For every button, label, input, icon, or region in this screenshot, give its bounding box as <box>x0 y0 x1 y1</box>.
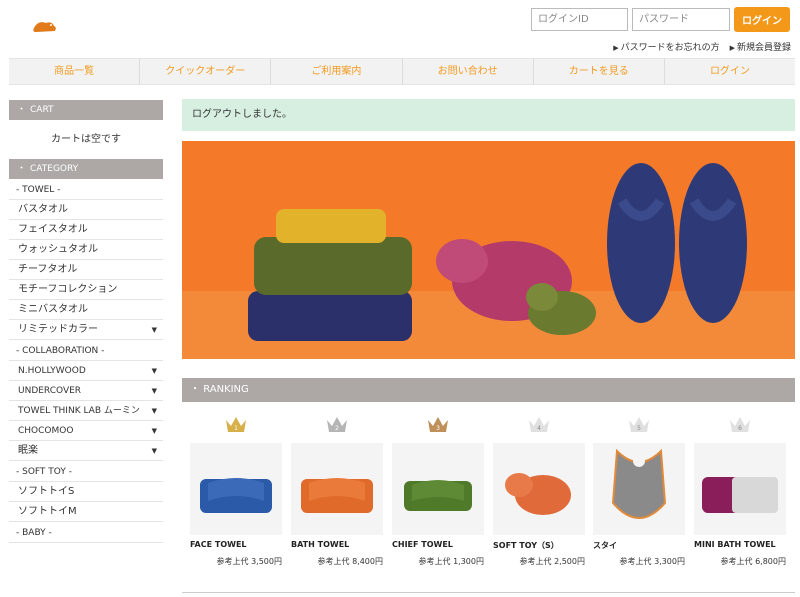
category-item-soft-toy-m[interactable]: ソフトトイM <box>9 502 163 522</box>
product-price: 参考上代 1,300円 <box>418 557 484 566</box>
category-item-label: TOWEL THINK LAB ムーミン <box>18 406 140 416</box>
rank-number: 1 <box>234 425 238 432</box>
nav-product-list[interactable]: 商品一覧 <box>9 59 139 84</box>
product-price: 参考上代 3,500円 <box>216 557 282 566</box>
category-item-label: UNDERCOVER <box>18 386 82 396</box>
product-image-face-towel[interactable] <box>190 443 282 535</box>
product-name[interactable]: スタイ <box>593 540 617 551</box>
category-item-minraku[interactable]: 眠楽 ▼ <box>9 441 163 461</box>
nav-view-cart[interactable]: カートを見る <box>532 59 664 84</box>
cart-title-label: CART <box>30 105 54 115</box>
header-links: ▶ パスワードをお忘れの方 ▶ 新規会員登録 <box>613 40 791 53</box>
nav-quick-order[interactable]: クイックオーダー <box>139 59 270 84</box>
hero-banner-image[interactable] <box>182 141 795 359</box>
category-item-label: リミテッドカラー <box>18 324 98 335</box>
category-item-limited-color[interactable]: リミテッドカラー ▼ <box>9 320 163 340</box>
caret-down-icon[interactable]: ▼ <box>152 444 157 458</box>
rank-number: 3 <box>436 425 440 432</box>
product-image-soft-toy-s[interactable] <box>493 443 585 535</box>
divider <box>182 592 795 593</box>
password-input[interactable] <box>632 8 730 31</box>
forgot-password-link[interactable]: ▶ パスワードをお忘れの方 <box>613 40 719 53</box>
chevron-right-icon: ▶ <box>729 44 735 52</box>
category-group-towel: - TOWEL - <box>9 181 163 200</box>
category-item-label: CHOCOMOO <box>18 426 74 436</box>
product-name[interactable]: MINI BATH TOWEL <box>694 540 776 549</box>
product-name[interactable]: BATH TOWEL <box>291 540 349 549</box>
category-item-face-towel[interactable]: フェイスタオル <box>9 220 163 240</box>
crown-outline-icon: 5 <box>629 417 649 432</box>
product-name[interactable]: FACE TOWEL <box>190 540 247 549</box>
product-price: 参考上代 8,400円 <box>317 557 383 566</box>
category-item-mini-bath-towel[interactable]: ミニバスタオル <box>9 300 163 320</box>
product-name[interactable]: SOFT TOY（S） <box>493 540 559 551</box>
category-item-label: N.HOLLYWOOD <box>18 366 86 376</box>
global-nav: 商品一覧 クイックオーダー ご利用案内 お問い合わせ カートを見る ログイン <box>9 58 795 85</box>
nav-guide[interactable]: ご利用案内 <box>270 59 401 84</box>
category-item-towel-think-lab[interactable]: TOWEL THINK LAB ムーミン ▼ <box>9 401 163 421</box>
category-group-collaboration: - COLLABORATION - <box>9 342 163 361</box>
category-item-undercover[interactable]: UNDERCOVER ▼ <box>9 381 163 401</box>
sidebar: ・ CART カートは空です ・ CATEGORY - TOWEL - バスタオル … <box>9 100 163 543</box>
logout-notice: ログアウトしました。 <box>182 99 795 131</box>
nav-login[interactable]: ログイン <box>663 59 795 84</box>
product-image-bib[interactable] <box>593 443 685 535</box>
forgot-password-label: パスワードをお忘れの方 <box>620 43 720 53</box>
new-member-link[interactable]: ▶ 新規会員登録 <box>730 40 791 53</box>
product-price: 参考上代 3,300円 <box>619 557 685 566</box>
rank-number: 6 <box>738 425 742 432</box>
cart-empty-text: カートは空です <box>51 134 121 145</box>
category-item-n-hollywood[interactable]: N.HOLLYWOOD ▼ <box>9 361 163 381</box>
category-item-chocomoo[interactable]: CHOCOMOO ▼ <box>9 421 163 441</box>
product-image-mini-bath-towel[interactable] <box>694 443 786 535</box>
rank-number: 4 <box>537 425 541 432</box>
product-price: 参考上代 2,500円 <box>519 557 585 566</box>
crown-bronze-icon: 3 <box>428 417 448 432</box>
chevron-right-icon: ▶ <box>613 44 619 52</box>
crown-outline-icon: 6 <box>730 417 750 432</box>
ranking-list: 1 FACE TOWEL 参考上代 3,500円 2 BATH TOWEL 参考… <box>190 414 790 574</box>
rank-number: 5 <box>637 425 641 432</box>
nav-contact[interactable]: お問い合わせ <box>401 59 533 84</box>
category-group-soft-toy: - SOFT TOY - <box>9 463 163 482</box>
category-item-wash-towel[interactable]: ウォッシュタオル <box>9 240 163 260</box>
crown-gold-icon: 1 <box>226 417 246 432</box>
caret-down-icon[interactable]: ▼ <box>152 404 157 418</box>
product-name[interactable]: CHIEF TOWEL <box>392 540 453 549</box>
category-item-motif-collection[interactable]: モチーフコレクション <box>9 280 163 300</box>
category-item-soft-toy-s[interactable]: ソフトトイS <box>9 482 163 502</box>
product-image-bath-towel[interactable] <box>291 443 383 535</box>
category-group-baby: - BABY - <box>9 524 163 543</box>
category-title-label: CATEGORY <box>30 164 79 174</box>
rank-number: 2 <box>335 425 339 432</box>
crown-silver-icon: 2 <box>327 417 347 432</box>
caret-down-icon[interactable]: ▼ <box>152 364 157 378</box>
ranking-section-title: ・ RANKING <box>182 378 795 402</box>
category-item-label: 眠楽 <box>18 445 38 456</box>
brand-logo-icon[interactable] <box>24 14 64 40</box>
category-item-chief-towel[interactable]: チーフタオル <box>9 260 163 280</box>
new-member-label: 新規会員登録 <box>736 43 791 53</box>
product-price: 参考上代 6,800円 <box>720 557 786 566</box>
category-item-bath-towel[interactable]: バスタオル <box>9 200 163 220</box>
caret-down-icon[interactable]: ▼ <box>152 384 157 398</box>
category-section-title: ・ CATEGORY <box>9 159 163 179</box>
caret-down-icon[interactable]: ▼ <box>152 424 157 438</box>
login-id-input[interactable] <box>531 8 628 31</box>
crown-outline-icon: 4 <box>529 417 549 432</box>
ranking-title-label: RANKING <box>203 384 249 395</box>
caret-down-icon[interactable]: ▼ <box>152 323 157 337</box>
product-image-chief-towel[interactable] <box>392 443 484 535</box>
login-button[interactable]: ログイン <box>734 7 790 32</box>
cart-section-title: ・ CART <box>9 100 163 120</box>
